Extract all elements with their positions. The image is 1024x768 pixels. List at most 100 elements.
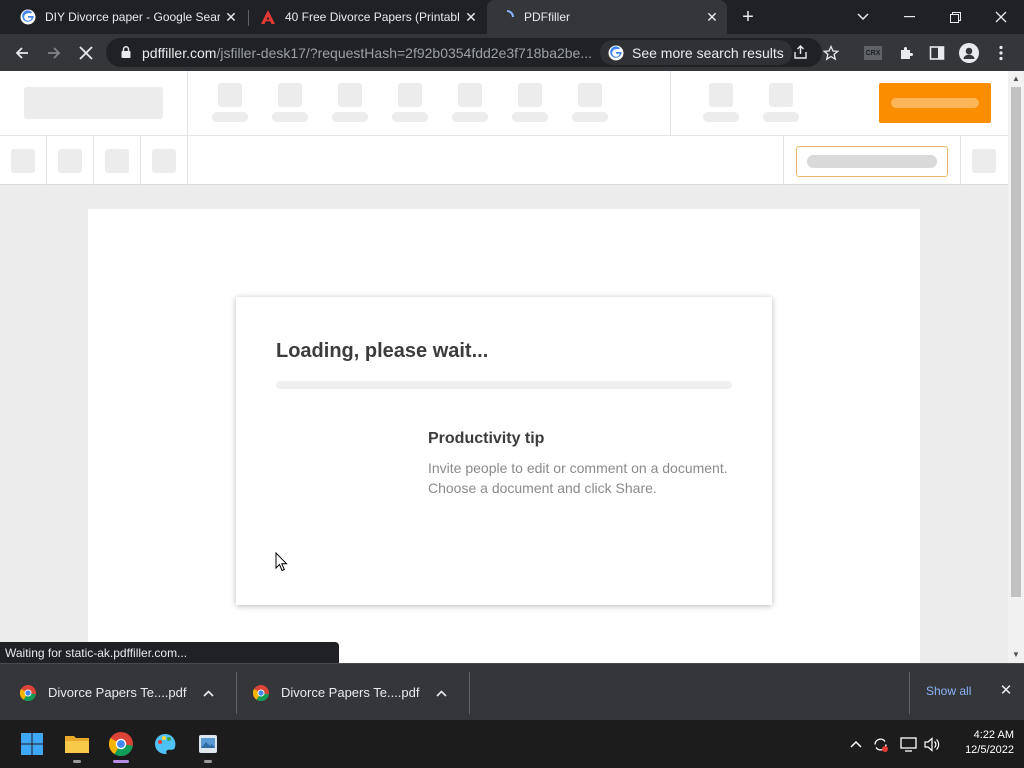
close-window-icon[interactable] — [978, 0, 1024, 34]
scroll-down-icon[interactable]: ▼ — [1012, 651, 1020, 659]
chip-label: See more search results — [632, 44, 784, 61]
close-icon[interactable]: ✕ — [701, 6, 723, 28]
lock-icon[interactable] — [119, 45, 133, 59]
see-more-results-chip[interactable]: See more search results — [600, 40, 792, 65]
app-indicator — [204, 760, 212, 763]
stop-loading-button[interactable] — [71, 38, 101, 68]
chevron-up-icon[interactable] — [431, 686, 451, 700]
tool-icon-placeholder[interactable] — [458, 83, 482, 107]
search-field-placeholder[interactable] — [796, 146, 948, 177]
download-filename: Divorce Papers Te....pdf — [281, 685, 420, 700]
tool-icon-placeholder[interactable] — [338, 83, 362, 107]
tab-search-icon[interactable] — [840, 0, 886, 34]
vertical-scrollbar[interactable]: ▲ ▼ — [1008, 71, 1024, 663]
crx-label: CRX — [864, 46, 882, 60]
chrome-icon — [20, 684, 36, 701]
sync-icon[interactable] — [870, 734, 890, 754]
new-tab-button[interactable]: + — [736, 5, 760, 29]
download-shelf: Divorce Papers Te....pdf Divorce Papers … — [0, 663, 1024, 720]
close-icon[interactable]: ✕ — [220, 6, 242, 28]
tool-label-placeholder — [703, 112, 739, 122]
chrome-menu-icon[interactable] — [986, 38, 1016, 68]
tool-label-placeholder — [452, 112, 488, 122]
forward-arrow-icon — [48, 47, 61, 59]
url-text[interactable]: pdffiller.com/jsfiller-desk17/?requestHa… — [142, 45, 594, 61]
google-icon — [20, 9, 36, 25]
tool-label-placeholder — [763, 112, 799, 122]
close-icon[interactable]: ✕ — [460, 6, 482, 28]
tab-pdffiller[interactable]: PDFfiller ✕ — [487, 0, 727, 34]
chrome-taskbar-icon[interactable] — [107, 730, 135, 758]
done-button[interactable] — [879, 83, 991, 123]
side-panel-icon[interactable] — [922, 38, 952, 68]
loading-dialog: Loading, please wait... Productivity tip… — [236, 297, 772, 605]
divider — [140, 136, 141, 185]
scroll-up-icon[interactable]: ▲ — [1012, 75, 1020, 83]
done-label-placeholder — [891, 98, 979, 108]
tool-icon-placeholder[interactable] — [152, 149, 176, 173]
tool-icon-placeholder[interactable] — [709, 83, 733, 107]
chevron-up-icon[interactable] — [198, 686, 218, 700]
tool-icon-placeholder[interactable] — [105, 149, 129, 173]
system-clock[interactable]: 4:22 AM 12/5/2022 — [952, 728, 1014, 758]
windows-taskbar: 4:22 AM 12/5/2022 — [0, 720, 1024, 768]
file-explorer-icon[interactable] — [63, 730, 91, 758]
tab-title: DIY Divorce paper - Google Search — [45, 10, 220, 24]
volume-icon[interactable] — [922, 734, 942, 754]
scrollbar-thumb[interactable] — [1011, 87, 1021, 597]
tool-icon-placeholder[interactable] — [218, 83, 242, 107]
profile-avatar-icon[interactable] — [954, 38, 984, 68]
image-viewer-icon[interactable] — [194, 730, 222, 758]
share-icon[interactable] — [792, 44, 809, 66]
tab-strip: DIY Divorce paper - Google Search ✕ 40 F… — [0, 0, 1024, 34]
tip-title: Productivity tip — [428, 430, 545, 447]
clock-date: 12/5/2022 — [965, 744, 1014, 756]
show-all-link[interactable]: Show all — [926, 684, 971, 698]
browser-toolbar: pdffiller.com/jsfiller-desk17/?requestHa… — [0, 34, 1024, 71]
divider — [469, 672, 470, 714]
download-filename: Divorce Papers Te....pdf — [48, 685, 187, 700]
divider — [670, 71, 671, 136]
divider — [187, 71, 188, 136]
windows-start-icon[interactable] — [18, 730, 46, 758]
extensions-puzzle-icon[interactable] — [891, 38, 921, 68]
tab-google-search[interactable]: DIY Divorce paper - Google Search ✕ — [8, 0, 246, 34]
tool-icon-placeholder[interactable] — [518, 83, 542, 107]
tool-icon-placeholder[interactable] — [769, 83, 793, 107]
divider — [960, 136, 961, 185]
tool-icon-placeholder[interactable] — [58, 149, 82, 173]
google-icon — [608, 45, 624, 60]
download-item[interactable]: Divorce Papers Te....pdf — [233, 664, 469, 721]
tool-icon-placeholder[interactable] — [11, 149, 35, 173]
tool-label-placeholder — [272, 112, 308, 122]
close-shelf-icon[interactable]: ✕ — [996, 681, 1016, 701]
back-arrow-icon — [15, 47, 28, 59]
tab-free-divorce-papers[interactable]: 40 Free Divorce Papers (Printable) ✕ — [248, 0, 486, 34]
divider — [93, 136, 94, 185]
paint-icon[interactable] — [151, 730, 179, 758]
page-viewport: Loading, please wait... Productivity tip… — [0, 71, 1008, 663]
forward-button[interactable] — [39, 38, 69, 68]
chevron-up-tray-icon[interactable] — [846, 734, 866, 754]
bookmark-star-icon[interactable] — [816, 38, 846, 68]
tool-icon-placeholder[interactable] — [398, 83, 422, 107]
tool-label-placeholder — [392, 112, 428, 122]
app-indicator — [113, 760, 129, 763]
back-button[interactable] — [7, 38, 37, 68]
tool-icon-placeholder[interactable] — [972, 149, 996, 173]
loading-progress-bar — [276, 381, 732, 389]
divider — [783, 136, 784, 185]
address-bar[interactable]: pdffiller.com/jsfiller-desk17/?requestHa… — [106, 38, 822, 67]
restore-icon[interactable] — [932, 0, 978, 34]
divider — [187, 136, 188, 185]
minimize-icon[interactable] — [886, 0, 932, 34]
app-indicator — [73, 760, 81, 763]
network-icon[interactable] — [898, 734, 918, 754]
clock-time: 4:22 AM — [973, 729, 1014, 741]
screen: DIY Divorce paper - Google Search ✕ 40 F… — [0, 0, 1024, 768]
download-item[interactable]: Divorce Papers Te....pdf — [0, 664, 236, 721]
tool-icon-placeholder[interactable] — [278, 83, 302, 107]
tip-body: Invite people to edit or comment on a do… — [428, 460, 728, 496]
crx-extension-icon[interactable]: CRX — [858, 38, 888, 68]
tool-icon-placeholder[interactable] — [578, 83, 602, 107]
